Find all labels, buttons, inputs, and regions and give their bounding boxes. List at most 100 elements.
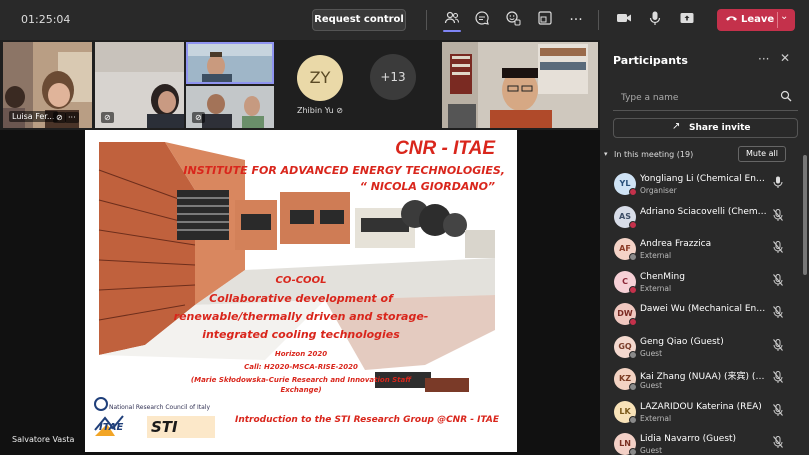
slide-subtitle-2: “ NICOLA GIORDANO” <box>359 180 495 193</box>
participant-role: Guest <box>640 348 663 358</box>
participant-role: Guest <box>640 381 663 390</box>
marie-label: (Marie Skłodowska-Curie Research and Inn… <box>190 376 412 384</box>
more-participants-button[interactable]: +13 <box>370 54 416 100</box>
meeting-timer: 01:25:04 <box>21 13 71 26</box>
participant-name: Luisa Fer... <box>9 111 58 122</box>
mic-off-icon[interactable] <box>773 208 783 224</box>
participant-row[interactable]: LN Lidia Navarro (Guest) Guest <box>600 431 800 455</box>
panel-title: Participants <box>613 54 688 67</box>
mic-off-icon[interactable] <box>773 371 783 386</box>
mute-all-button[interactable]: Mute all <box>738 146 786 162</box>
presence-dot <box>629 220 637 229</box>
chat-icon[interactable] <box>472 10 492 30</box>
participant-row[interactable]: DWDawei Wu (Mechanical Engine... <box>600 301 800 333</box>
rooms-icon[interactable] <box>535 10 555 30</box>
participant-name: Adriano Sciacovelli (Chemical ... <box>640 206 768 217</box>
mic-off-icon[interactable] <box>773 338 783 354</box>
share-invite-label: Share invite <box>689 123 751 133</box>
leave-divider <box>777 12 778 28</box>
presenter-name: Salvatore Vasta <box>12 435 75 444</box>
project-desc-line: renewable/thermally driven and storage- <box>173 310 429 323</box>
participant-name: Geng Qiao (Guest) <box>640 336 724 347</box>
participant-name: Yongliang Li (Chemical Engin... <box>640 174 768 184</box>
video-tile-luisa[interactable]: Luisa Fer... ⊘ ··· <box>3 42 92 128</box>
participant-name: LAZARIDOU Katerina (REA) <box>640 401 762 412</box>
participant-row[interactable]: C ChenMing External <box>600 269 800 301</box>
participant-row[interactable]: LK LAZARIDOU Katerina (REA) External <box>600 399 800 431</box>
project-desc-line: integrated cooling technologies <box>202 328 400 341</box>
reactions-icon[interactable] <box>503 10 523 30</box>
camera-icon[interactable] <box>614 10 634 30</box>
project-name: CO-COOL <box>275 275 327 286</box>
search-input[interactable]: Type a name <box>613 87 798 111</box>
participant-name: Zhibin Yu ⊘ <box>297 106 343 115</box>
participant-name: Lidia Navarro (Guest) <box>640 434 737 444</box>
participant-row[interactable]: YL Yongliang Li (Chemical Engin... Organis… <box>600 171 800 203</box>
chevron-down-icon[interactable]: ⌄ <box>780 11 788 22</box>
participant-row[interactable]: ASAdriano Sciacovelli (Chemical ... <box>600 204 800 236</box>
phone-hangup-icon <box>725 12 738 27</box>
participant-name: Dawei Wu (Mechanical Engine... <box>640 304 768 314</box>
participant-name: ChenMing <box>640 271 685 282</box>
mic-icon[interactable] <box>773 176 783 191</box>
in-meeting-header[interactable]: In this meeting (19) <box>614 150 693 159</box>
participant-role: Organiser <box>640 186 677 195</box>
participant-name: Andrea Frazzica <box>640 239 712 249</box>
participant-row[interactable]: GQ Geng Qiao (Guest) Guest <box>600 334 800 366</box>
presence-dot <box>629 253 637 261</box>
mic-off-icon[interactable] <box>773 306 783 321</box>
mic-off-icon: ⊘ <box>53 112 66 123</box>
people-icon[interactable] <box>442 10 462 30</box>
nrc-label: National Research Council of Italy <box>109 404 211 411</box>
avatar[interactable]: ZY <box>297 55 343 101</box>
call-label: Call: H2020-MSCA-RISE-2020 <box>244 363 358 371</box>
presence-dot <box>629 285 637 294</box>
share-screen-icon[interactable] <box>677 10 697 30</box>
presence-dot <box>629 350 637 359</box>
presence-dot <box>629 188 637 196</box>
mic-off-icon[interactable] <box>773 403 783 419</box>
share-icon: ↗ <box>672 121 681 132</box>
presence-dot <box>629 383 637 391</box>
scrollbar[interactable] <box>803 155 807 275</box>
video-tile-participant-3[interactable] <box>186 42 274 84</box>
slide-footer-text: Introduction to the STI Research Group @… <box>235 415 500 425</box>
participant-role: External <box>640 283 672 293</box>
close-icon[interactable]: ✕ <box>780 51 790 65</box>
presence-dot <box>629 415 637 424</box>
participant-role: External <box>640 251 672 260</box>
leave-button[interactable]: Leave ⌄ <box>717 9 795 31</box>
project-desc-line: Collaborative development of <box>209 292 393 305</box>
mic-off-icon: ⊘ <box>336 106 343 115</box>
mic-off-icon[interactable] <box>773 273 783 289</box>
mic-off-icon[interactable] <box>773 436 783 451</box>
participant-name-text: Zhibin Yu <box>297 106 334 115</box>
mic-off-icon: ⊘ <box>192 112 205 123</box>
participant-row[interactable]: AF Andrea Frazzica External <box>600 236 800 268</box>
horizon-label: Horizon 2020 <box>274 350 328 358</box>
sti-logo: STI <box>151 418 178 436</box>
more-icon[interactable]: ··· <box>758 52 769 66</box>
more-options-icon[interactable]: ··· <box>65 112 79 123</box>
participant-role: External <box>640 413 672 423</box>
top-bar: 01:25:04 Request control ··· Leave ⌄ <box>0 0 809 40</box>
mic-off-icon[interactable] <box>773 241 783 256</box>
share-invite-button[interactable]: ↗ Share invite <box>613 118 798 138</box>
marie-label-2: Exchange) <box>280 386 322 394</box>
video-tile-participant-5[interactable] <box>442 42 598 128</box>
itae-logo: ITAE <box>99 422 124 433</box>
presence-dot <box>629 318 637 326</box>
request-control-button[interactable]: Request control <box>312 9 406 31</box>
more-icon[interactable]: ··· <box>566 10 586 30</box>
people-active-indicator <box>443 30 461 32</box>
video-tile-participant-4[interactable]: ⊘ <box>186 86 274 128</box>
video-tile-participant-2[interactable]: ⊘ <box>95 42 184 128</box>
participant-role: Guest <box>640 446 663 455</box>
toolbar-separator <box>598 10 599 30</box>
mic-icon[interactable] <box>645 10 665 30</box>
search-placeholder: Type a name <box>621 93 679 103</box>
chevron-down-icon[interactable]: ▾ <box>604 150 608 158</box>
leave-label: Leave <box>741 14 775 25</box>
participant-row[interactable]: KZ Kai Zhang (NUAA) (来宾) (Gu... Guest <box>600 366 800 398</box>
mic-off-icon: ⊘ <box>101 112 114 123</box>
